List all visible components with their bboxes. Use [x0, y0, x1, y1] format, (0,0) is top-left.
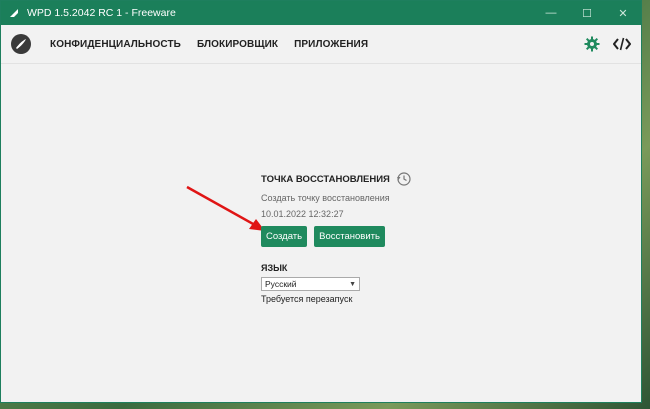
restore-section-title: ТОЧКА ВОССТАНОВЛЕНИЯ	[261, 171, 481, 187]
title-bar[interactable]: WPD 1.5.2042 RC 1 - Freeware — ☐ ✕	[1, 1, 641, 25]
window-title: WPD 1.5.2042 RC 1 - Freeware	[27, 7, 176, 19]
restore-subtitle: Создать точку восстановления	[261, 193, 390, 203]
language-select[interactable]: Русский ▼	[261, 277, 360, 291]
language-selected-value: Русский	[265, 279, 297, 289]
code-icon[interactable]	[613, 35, 631, 53]
gear-icon[interactable]	[583, 35, 601, 53]
restore-history-icon[interactable]	[396, 171, 412, 187]
toolbar: КОНФИДЕНЦИАЛЬНОСТЬ БЛОКИРОВЩИК ПРИЛОЖЕНИ…	[1, 25, 641, 64]
restore-date: 10.01.2022 12:32:27	[261, 209, 344, 219]
window-controls: — ☐ ✕	[533, 1, 641, 25]
restore-buttons: Создать Восстановить	[261, 226, 481, 247]
restore-button[interactable]: Восстановить	[314, 226, 385, 247]
chevron-down-icon: ▼	[349, 280, 356, 288]
nav-privacy[interactable]: КОНФИДЕНЦИАЛЬНОСТЬ	[50, 39, 181, 50]
toolbar-icons	[583, 25, 631, 63]
app-icon	[7, 6, 21, 20]
language-label: ЯЗЫК	[261, 263, 288, 273]
restore-title-text: ТОЧКА ВОССТАНОВЛЕНИЯ	[261, 173, 390, 185]
restore-section: ТОЧКА ВОССТАНОВЛЕНИЯ Создать точку восст…	[261, 171, 481, 304]
nav-blocker[interactable]: БЛОКИРОВЩИК	[197, 39, 278, 50]
maximize-button[interactable]: ☐	[569, 1, 605, 25]
create-button[interactable]: Создать	[261, 226, 308, 247]
nav-apps[interactable]: ПРИЛОЖЕНИЯ	[294, 39, 368, 50]
restart-note: Требуется перезапуск	[261, 294, 353, 304]
close-button[interactable]: ✕	[605, 1, 641, 25]
logo-icon[interactable]	[10, 33, 32, 55]
red-arrow-annotation	[186, 185, 265, 231]
minimize-button[interactable]: —	[533, 1, 569, 25]
app-window: WPD 1.5.2042 RC 1 - Freeware — ☐ ✕ КОНФИ…	[0, 0, 642, 403]
